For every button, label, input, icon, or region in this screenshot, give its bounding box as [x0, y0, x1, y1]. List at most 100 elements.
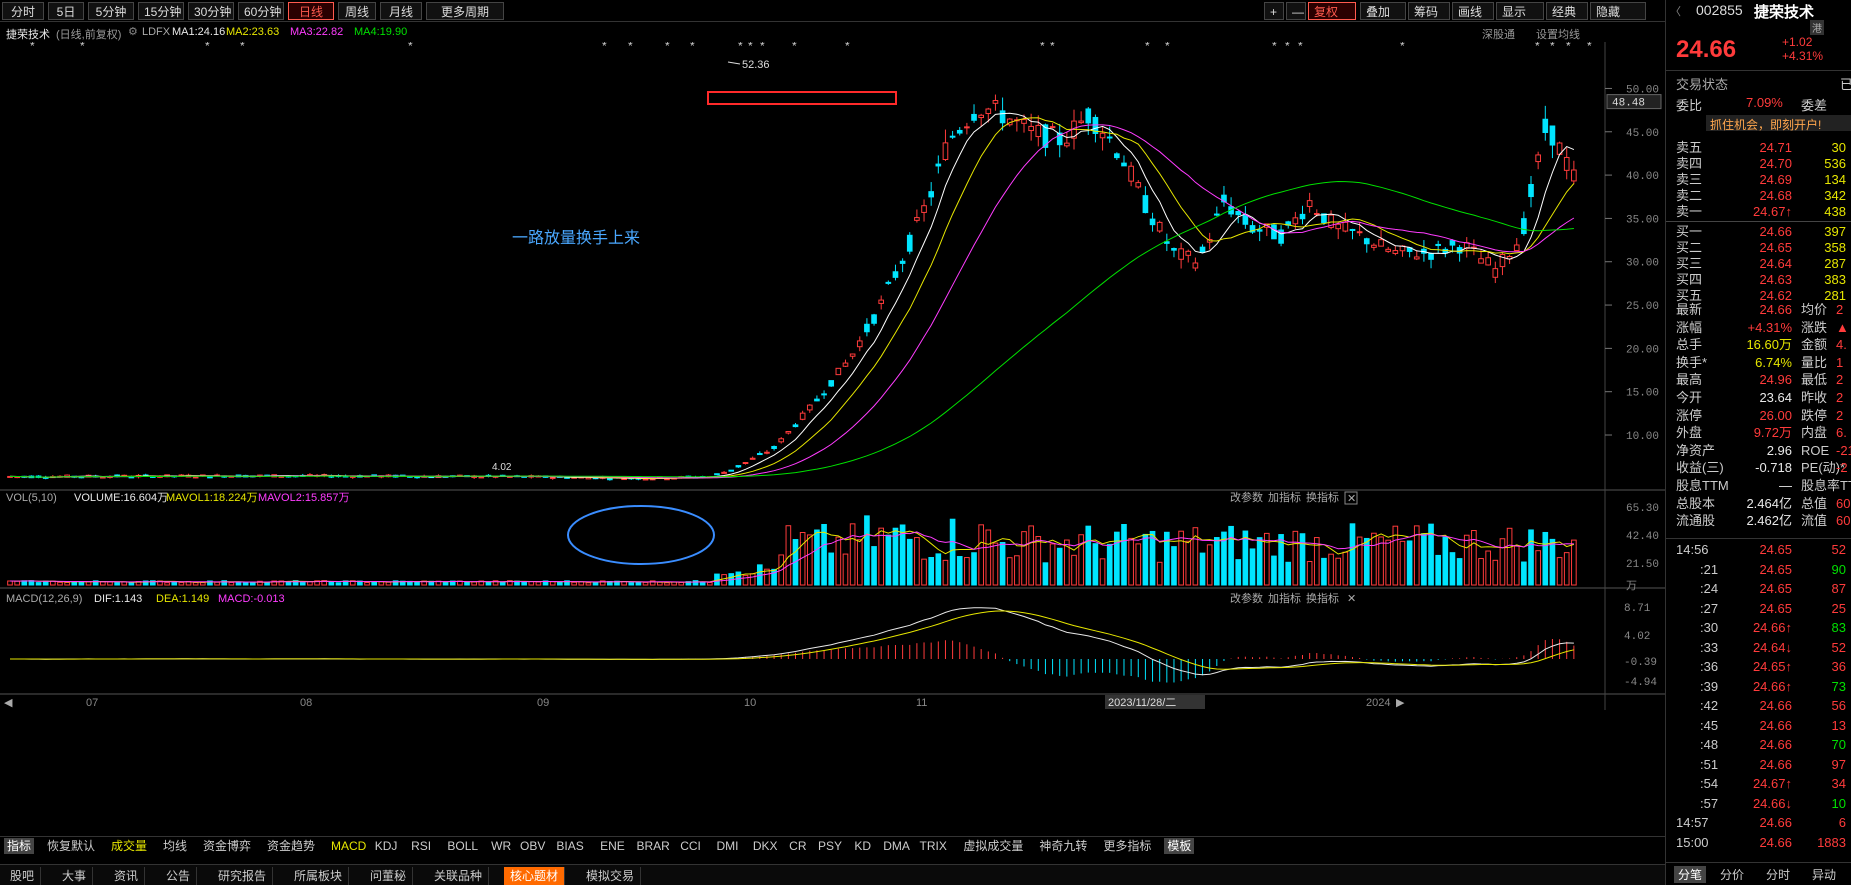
vol-panel-button-0[interactable]: 改参数 — [1230, 490, 1263, 504]
period-tab-5[interactable]: 60分钟 — [238, 2, 284, 20]
indicator-tab-19[interactable]: PSY — [815, 838, 845, 854]
zoom-in-button[interactable]: + — [1264, 2, 1284, 20]
event-marker[interactable]: * — [1165, 39, 1170, 53]
close-icon[interactable]: ✕ — [1347, 593, 1356, 605]
toolbar-button-2[interactable]: 筹码 — [1408, 2, 1450, 20]
period-tab-7[interactable]: 周线 — [338, 2, 376, 20]
indicator-tab-3[interactable]: 均线 — [160, 838, 190, 854]
indicator-tab-1[interactable]: 恢复默认 — [44, 838, 98, 854]
indicator-tab-15[interactable]: CCI — [677, 838, 704, 854]
event-marker[interactable]: * — [602, 39, 607, 53]
period-tab-4[interactable]: 30分钟 — [188, 2, 234, 20]
event-marker[interactable]: * — [408, 39, 413, 53]
sidebar-tab-0[interactable]: 分笔 — [1674, 866, 1707, 883]
indicator-tab-5[interactable]: 资金趋势 — [264, 838, 318, 854]
sidebar-tab-1[interactable]: 分价 — [1720, 866, 1744, 883]
indicator-tab-0[interactable]: 指标 — [4, 838, 35, 854]
bottom-tab-1[interactable]: 大事 — [56, 867, 94, 885]
vol-panel-button-1[interactable]: 加指标 — [1268, 490, 1301, 504]
event-marker[interactable]: * — [690, 39, 695, 53]
period-tab-3[interactable]: 15分钟 — [138, 2, 184, 20]
chevron-left-icon[interactable]: 〈 — [1670, 3, 1681, 19]
promo-text[interactable]: 抓住机会，即刻开户! — [1710, 116, 1821, 133]
bottom-tab-4[interactable]: 研究报告 — [212, 867, 274, 885]
event-marker[interactable]: * — [1587, 39, 1592, 53]
toolbar-button-4[interactable]: 显示 — [1496, 2, 1544, 20]
bid-row[interactable]: 买三 24.64 287 — [1666, 256, 1851, 272]
period-tab-8[interactable]: 月线 — [380, 2, 422, 20]
vol-panel-button-2[interactable]: 换指标 — [1306, 490, 1339, 504]
macd-panel-button-2[interactable]: 换指标 — [1306, 591, 1339, 605]
period-tab-9[interactable]: 更多周期 — [426, 2, 504, 20]
event-marker[interactable]: * — [792, 39, 797, 53]
indicator-tab-4[interactable]: 资金博弈 — [200, 838, 254, 854]
shenguchi-label[interactable]: 深股通 — [1482, 26, 1515, 42]
indicator-tab-21[interactable]: DMA — [880, 838, 913, 854]
bottom-tab-7[interactable]: 关联品种 — [428, 867, 490, 885]
event-marker[interactable]: * — [1050, 39, 1055, 53]
indicator-tab-17[interactable]: DKX — [750, 838, 781, 854]
event-marker[interactable]: * — [665, 39, 670, 53]
macd-panel-button-0[interactable]: 改参数 — [1230, 591, 1263, 605]
event-marker[interactable]: * — [240, 39, 245, 53]
event-marker[interactable]: * — [30, 39, 35, 53]
bid-row[interactable]: 买四 24.63 383 — [1666, 272, 1851, 288]
ask-row[interactable]: 卖三 24.69 134 — [1666, 172, 1851, 188]
bid-row[interactable]: 买一 24.66 397 — [1666, 224, 1851, 240]
period-tab-0[interactable]: 分时 — [2, 2, 44, 20]
zoom-out-button[interactable]: — — [1286, 2, 1306, 20]
toolbar-button-0[interactable]: 复权 — [1308, 2, 1356, 20]
indicator-tab-10[interactable]: WR — [488, 838, 514, 854]
bottom-tab-0[interactable]: 股吧 — [4, 867, 42, 885]
open-account-banner[interactable]: 抓住机会，即刻开户! — [1706, 115, 1851, 133]
close-icon-glyph[interactable]: ✕ — [1347, 493, 1356, 505]
indicator-tab-25[interactable]: 更多指标 — [1100, 838, 1154, 854]
sidebar-tab-3[interactable]: 异动 — [1812, 866, 1836, 883]
event-marker[interactable]: * — [760, 39, 765, 53]
kline-chart-area[interactable]: 50.00 45.00 40.00 35.00 30.00 25.00 20.00 15.00… — [0, 39, 1665, 812]
macd-panel-button-1[interactable]: 加指标 — [1268, 591, 1301, 605]
event-marker[interactable]: * — [845, 39, 850, 53]
toolbar-button-1[interactable]: 叠加 — [1360, 2, 1406, 20]
indicator-tab-14[interactable]: BRAR — [633, 838, 672, 854]
event-marker[interactable]: * — [1272, 39, 1277, 53]
indicator-tab-20[interactable]: KD — [851, 838, 874, 854]
scroll-right-icon[interactable]: ▶ — [1396, 697, 1405, 709]
ask-row[interactable]: 卖四 24.70 536 — [1666, 156, 1851, 172]
period-tab-1[interactable]: 5日 — [48, 2, 84, 20]
toolbar-button-3[interactable]: 画线 — [1452, 2, 1494, 20]
indicator-tab-13[interactable]: ENE — [597, 838, 628, 854]
bottom-tab-8[interactable]: 核心题材 — [504, 867, 566, 885]
indicator-tab-23[interactable]: 虚拟成交量 — [960, 838, 1026, 854]
bottom-tab-9[interactable]: 模拟交易 — [580, 867, 642, 885]
event-marker[interactable]: * — [1400, 39, 1405, 53]
event-marker[interactable]: * — [1298, 39, 1303, 53]
bid-row[interactable]: 买二 24.65 358 — [1666, 240, 1851, 256]
ask-row[interactable]: 卖一 24.67↑ 438 — [1666, 204, 1851, 220]
event-marker[interactable]: * — [738, 39, 743, 53]
event-marker[interactable]: * — [748, 39, 753, 53]
indicator-tab-2[interactable]: 成交量 — [108, 838, 150, 854]
toolbar-button-6[interactable]: 隐藏 — [1590, 2, 1646, 20]
scroll-left-icon[interactable]: ◀ — [4, 697, 13, 709]
ask-row[interactable]: 卖五 24.71 30 — [1666, 140, 1851, 156]
indicator-tab-12[interactable]: BIAS — [553, 838, 586, 854]
bottom-tab-5[interactable]: 所属板块 — [288, 867, 350, 885]
kline-chart-svg[interactable]: 50.0045.0040.0035.0030.0025.0020.0015.00… — [0, 39, 1665, 812]
indicator-tab-18[interactable]: CR — [786, 838, 809, 854]
indicator-tab-7[interactable]: KDJ — [372, 838, 401, 854]
bottom-tab-6[interactable]: 问董秘 — [364, 867, 414, 885]
set-ma-button[interactable]: 设置均线 — [1536, 26, 1580, 42]
event-marker[interactable]: * — [1550, 39, 1555, 53]
event-marker[interactable]: * — [1145, 39, 1150, 53]
indicator-tab-16[interactable]: DMI — [714, 838, 742, 854]
sidebar-tab-2[interactable]: 分时 — [1766, 866, 1790, 883]
event-marker[interactable]: * — [1535, 39, 1540, 53]
indicator-tab-24[interactable]: 神奇九转 — [1036, 838, 1090, 854]
bottom-tab-2[interactable]: 资讯 — [108, 867, 146, 885]
indicator-tab-8[interactable]: RSI — [408, 838, 434, 854]
indicator-tab-6[interactable]: MACD — [328, 838, 369, 854]
event-marker[interactable]: * — [80, 39, 85, 53]
period-tab-6[interactable]: 日线 — [288, 2, 334, 20]
event-marker[interactable]: * — [1285, 39, 1290, 53]
